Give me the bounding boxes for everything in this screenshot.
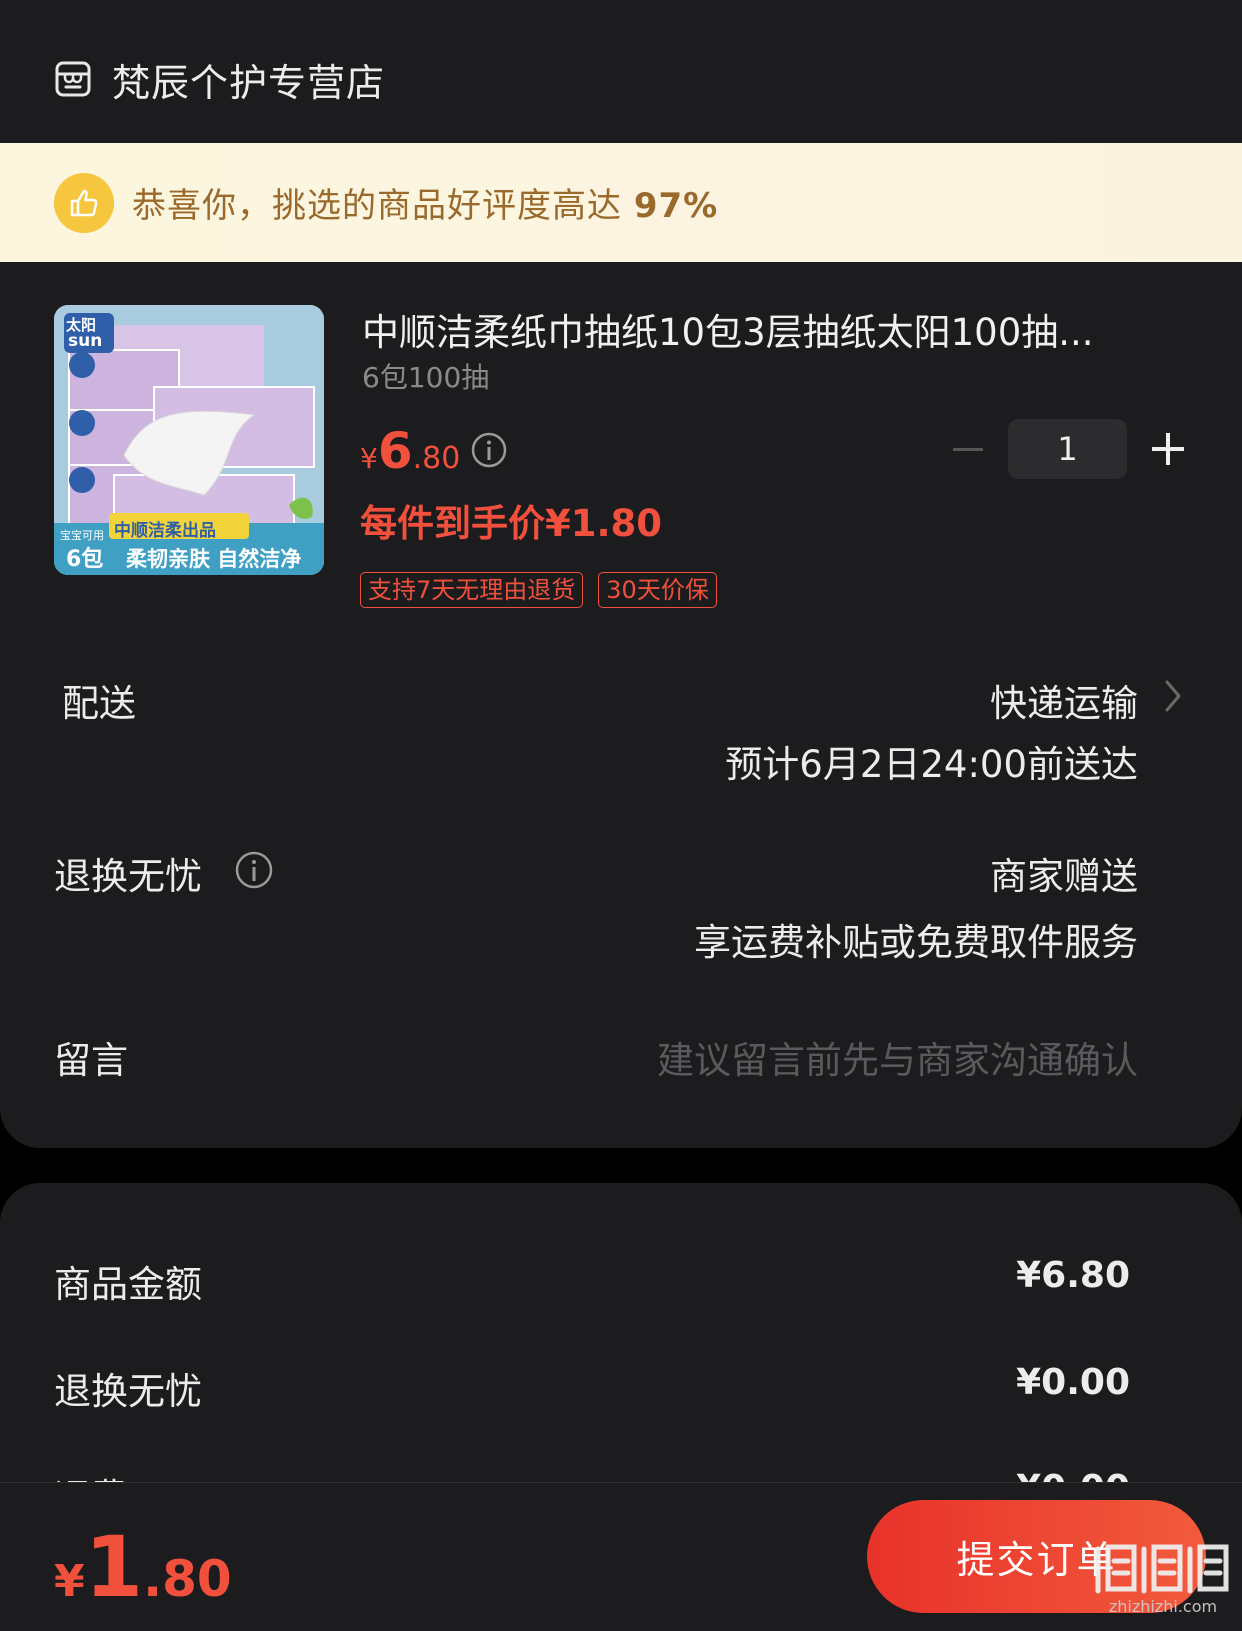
order-confirm-page: 梵辰个护专营店 恭喜你，挑选的商品好评度高达 97% 太阳 sun 中顺洁柔出品… [0, 0, 1242, 1631]
quantity-increase-button[interactable] [1148, 427, 1188, 471]
total-decimal: .80 [143, 1550, 232, 1608]
rating-text: 恭喜你，挑选的商品好评度高达 97% [132, 186, 719, 226]
returns-label: 退换无忧 [54, 855, 202, 898]
message-label: 留言 [54, 1039, 128, 1082]
returns-info-icon[interactable] [234, 850, 274, 890]
price-integer: 6 [377, 422, 413, 480]
quantity-input[interactable]: 1 [1008, 419, 1127, 479]
shop-name: 梵辰个护专营店 [112, 60, 386, 105]
delivery-label: 配送 [62, 682, 136, 725]
total-integer: 1 [84, 1518, 144, 1616]
delivery-eta: 预计6月2日24:00前送达 [725, 743, 1138, 786]
tag-price-protect: 30天价保 [598, 572, 717, 608]
product-image[interactable]: 太阳 sun 中顺洁柔出品 宝宝可用 6包 柔韧亲肤 自然洁净 [54, 305, 324, 575]
returns-value: 商家赠送 [990, 855, 1138, 898]
product-spec[interactable]: 6包100抽 [362, 356, 489, 396]
image-sub-brand: 中顺洁柔出品 [114, 521, 216, 541]
chevron-right-icon[interactable] [1162, 676, 1184, 716]
total-symbol: ¥ [54, 1556, 85, 1607]
summary-goods-value: ¥6.80 [1016, 1255, 1130, 1296]
thumbs-up-icon [54, 172, 114, 233]
price-symbol: ¥ [360, 442, 378, 475]
unit-price: 每件到手价¥1.80 [360, 502, 663, 545]
summary-returns-label: 退换无忧 [54, 1370, 202, 1413]
image-slogan: 柔韧亲肤 自然洁净 [126, 547, 302, 571]
service-tags: 支持7天无理由退货 30天价保 [360, 572, 717, 608]
product-title[interactable]: 中顺洁柔纸巾抽纸10包3层抽纸太阳100抽... [362, 302, 1162, 356]
returns-detail: 享运费补贴或免费取件服务 [694, 921, 1138, 964]
image-count: 6包 [66, 547, 104, 572]
price-info-icon[interactable] [470, 431, 508, 469]
minus-icon [953, 447, 983, 451]
shop-header[interactable]: 梵辰个护专营店 [54, 48, 385, 110]
delivery-method[interactable]: 快递运输 [990, 673, 1138, 727]
summary-goods-label: 商品金额 [54, 1263, 202, 1306]
order-card: 梵辰个护专营店 恭喜你，挑选的商品好评度高达 97% 太阳 sun 中顺洁柔出品… [0, 0, 1242, 1148]
watermark-logo: zhizhizhi.com [1092, 1539, 1234, 1623]
store-icon [54, 60, 92, 98]
message-input[interactable]: 建议留言前先与商家沟通确认 [657, 1030, 1138, 1084]
summary-returns-value: ¥0.00 [1016, 1362, 1130, 1403]
tag-no-reason-return: 支持7天无理由退货 [360, 572, 584, 608]
quantity-decrease-button[interactable] [948, 424, 988, 474]
product-price: ¥ 6 .80 [360, 422, 460, 480]
bottom-bar: ¥ 1 .80 提交订单 zhizhizhi.com [0, 1482, 1242, 1631]
watermark-text: zhizhizhi.com [1108, 1597, 1218, 1616]
image-brand-en: sun [68, 331, 103, 351]
rating-percent: 97% [633, 186, 719, 226]
rating-banner: 恭喜你，挑选的商品好评度高达 97% [0, 143, 1242, 262]
total-price: ¥ 1 .80 [54, 1518, 232, 1616]
price-decimal: .80 [412, 441, 461, 476]
